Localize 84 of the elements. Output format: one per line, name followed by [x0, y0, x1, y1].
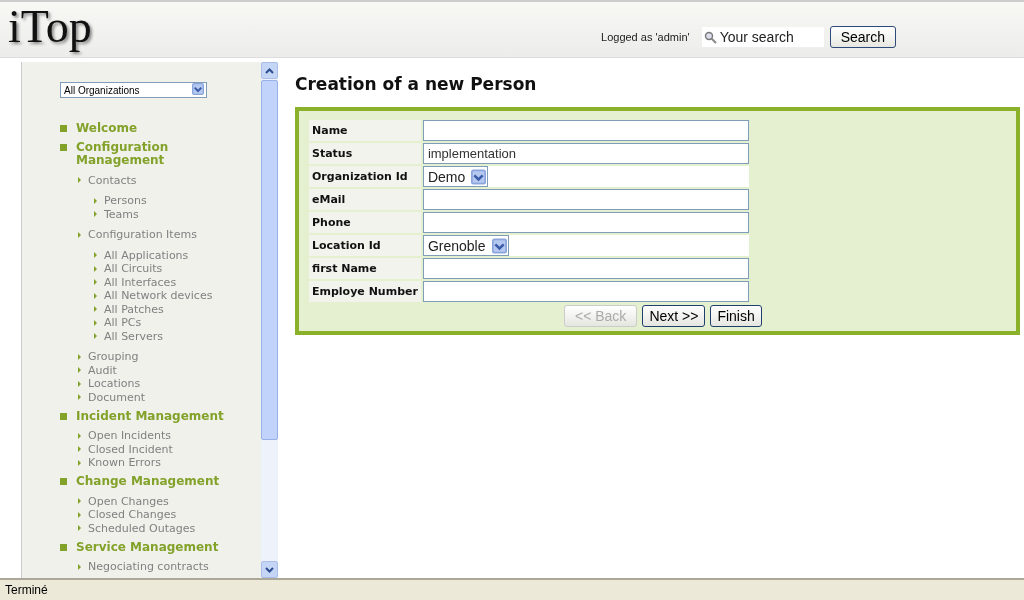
bullet-icon	[78, 432, 81, 439]
menu-item[interactable]: All Patches	[104, 302, 164, 316]
bullet-icon	[78, 380, 81, 387]
menu-item[interactable]: Negociating contracts	[88, 560, 209, 573]
text-field[interactable]	[422, 120, 749, 141]
bullet-icon	[94, 265, 97, 272]
bullet-icon	[94, 333, 97, 339]
menu-item[interactable]: Closed Changes	[88, 508, 177, 521]
menu-section[interactable]: Service Management	[76, 540, 219, 554]
bullet-icon	[94, 306, 97, 312]
menu-item[interactable]: Open Changes	[88, 494, 169, 508]
organization-select[interactable]: All Organizations	[60, 82, 207, 98]
bullet-icon	[78, 563, 81, 570]
text-field[interactable]	[422, 212, 749, 233]
menu-item[interactable]: All Applications	[104, 248, 189, 262]
scroll-down-icon	[265, 566, 274, 573]
search-button[interactable]: Search	[829, 26, 896, 48]
search-icon	[703, 30, 717, 44]
logged-in-user: Logged as 'admin'	[601, 31, 690, 43]
scrollbar[interactable]	[261, 62, 278, 578]
menu-item[interactable]: Teams	[104, 207, 139, 221]
bullet-icon	[60, 543, 67, 551]
field-label: Status	[309, 143, 421, 164]
text-field[interactable]	[422, 258, 749, 279]
field-label: Phone	[309, 212, 421, 233]
menu-item[interactable]: Grouping	[88, 350, 139, 363]
menu-item[interactable]: All PCs	[104, 316, 142, 329]
menu-section[interactable]: Welcome	[76, 122, 138, 135]
menu-item[interactable]: All Servers	[104, 329, 163, 343]
select-field[interactable]: Demo	[422, 166, 489, 187]
bullet-icon	[78, 511, 81, 518]
menu-item[interactable]: Open Incidents	[88, 429, 171, 442]
field-label: Employe Number	[309, 281, 421, 302]
menu-item[interactable]: All Interfaces	[104, 275, 177, 289]
menu-item[interactable]: Contacts	[88, 173, 137, 187]
field-label: Location Id	[309, 235, 421, 256]
menu-item[interactable]: Closed Incident	[88, 442, 173, 456]
bullet-icon	[94, 319, 97, 326]
bullet-icon	[78, 525, 81, 531]
bullet-icon	[78, 353, 81, 360]
bullet-icon	[78, 231, 81, 238]
field-label: Name	[309, 120, 421, 141]
bullet-icon	[78, 177, 81, 183]
menu-item[interactable]: Audit	[88, 363, 117, 377]
menu-item[interactable]: Locations	[88, 377, 141, 390]
bullet-icon	[94, 211, 97, 217]
wizard-button[interactable]: Next >>	[642, 305, 706, 327]
select-field[interactable]: Grenoble	[422, 235, 509, 256]
menu-item[interactable]: All Circuits	[104, 262, 163, 275]
bullet-icon	[78, 459, 81, 466]
bullet-icon	[60, 478, 67, 485]
bullet-icon	[94, 252, 97, 258]
text-field[interactable]	[422, 189, 749, 210]
menu-item[interactable]: All Network devices	[104, 289, 213, 302]
menu-item[interactable]: Configuration Items	[88, 228, 197, 241]
dropdown-arrow-icon	[192, 83, 204, 95]
bullet-icon	[78, 446, 81, 452]
text-field[interactable]	[422, 281, 749, 302]
bullet-icon	[60, 125, 67, 132]
field-label: first Name	[309, 258, 421, 279]
menu-section[interactable]: Incident Management	[76, 409, 224, 423]
bullet-icon	[94, 279, 97, 285]
status-text: Terminé	[5, 583, 48, 597]
menu-section[interactable]: Configuration Management	[76, 141, 232, 167]
field-label: eMail	[309, 189, 421, 210]
menu-item[interactable]: Scheduled Outages	[88, 521, 196, 535]
page-title: Creation of a new Person	[295, 74, 538, 94]
bullet-icon	[94, 292, 97, 299]
field-label: Organization Id	[309, 166, 421, 187]
menu-item[interactable]: Persons	[104, 194, 147, 207]
bullet-icon	[60, 412, 67, 420]
app-logo: iTop	[8, 2, 92, 52]
bullet-icon	[94, 197, 97, 204]
wizard-button[interactable]: Finish	[710, 305, 762, 327]
bullet-icon	[78, 367, 81, 373]
menu-item[interactable]: Document	[88, 390, 145, 404]
search-field[interactable]: Your search	[701, 27, 824, 47]
scroll-up-icon	[265, 67, 274, 74]
menu-item[interactable]: Known Errors	[88, 456, 161, 469]
bullet-icon	[78, 394, 81, 400]
menu-section[interactable]: Change Management	[76, 475, 220, 488]
bullet-icon	[60, 144, 67, 151]
bullet-icon	[78, 498, 81, 504]
text-field[interactable]: implementation	[422, 143, 749, 164]
